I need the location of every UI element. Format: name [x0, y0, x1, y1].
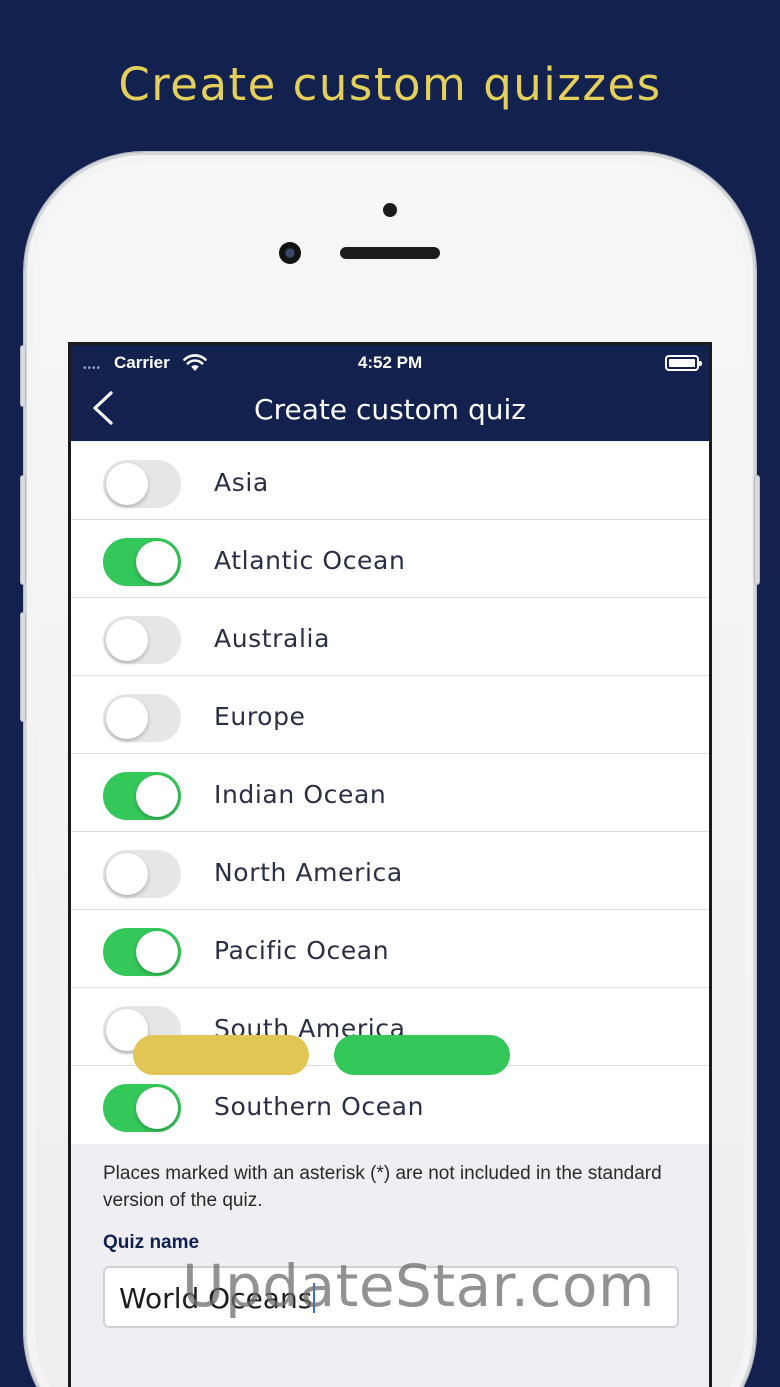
region-row: Australia	[71, 598, 709, 676]
status-bar: •••• Carrier 4:52 PM	[71, 345, 709, 381]
toggle-knob	[106, 463, 148, 505]
region-toggle[interactable]	[103, 538, 181, 586]
region-row: Indian Ocean	[71, 754, 709, 832]
region-toggle[interactable]	[103, 460, 181, 508]
toggle-knob	[136, 541, 178, 583]
promo-headline: Create custom quizzes	[118, 58, 662, 111]
region-toggle[interactable]	[103, 616, 181, 664]
phone-front-camera	[279, 242, 301, 264]
quiz-name-label: Quiz name	[103, 1232, 200, 1253]
region-label: Europe	[214, 702, 306, 731]
region-row: Asia	[71, 442, 709, 520]
phone-silent-switch	[20, 345, 26, 407]
phone-power-button	[754, 475, 760, 585]
region-toggle[interactable]	[103, 772, 181, 820]
region-label: Indian Ocean	[214, 780, 387, 809]
toggle-knob	[136, 1087, 178, 1129]
region-label: Southern Ocean	[214, 1092, 425, 1121]
region-label: Australia	[214, 624, 330, 653]
page-title: Create custom quiz	[254, 393, 526, 426]
region-row: Europe	[71, 676, 709, 754]
region-label: Pacific Ocean	[214, 936, 390, 965]
phone-volume-up-button	[20, 475, 26, 585]
phone-earpiece	[340, 247, 440, 259]
phone-proximity-sensor	[383, 203, 397, 217]
cancel-button[interactable]	[133, 1035, 309, 1075]
battery-icon	[665, 355, 702, 371]
save-button[interactable]	[334, 1035, 510, 1075]
toggle-knob	[136, 775, 178, 817]
region-label: Asia	[214, 468, 269, 497]
toggle-knob	[106, 619, 148, 661]
phone-screen: •••• Carrier 4:52 PM Create custom quiz …	[68, 342, 712, 1387]
region-toggle[interactable]	[103, 694, 181, 742]
region-toggle[interactable]	[103, 928, 181, 976]
region-row: North America	[71, 832, 709, 910]
region-label: North America	[214, 858, 403, 887]
toggle-knob	[106, 697, 148, 739]
region-row: Atlantic Ocean	[71, 520, 709, 598]
navigation-bar: •••• Carrier 4:52 PM Create custom quiz	[71, 345, 709, 441]
asterisk-footnote: Places marked with an asterisk (*) are n…	[103, 1163, 662, 1211]
toggle-knob	[106, 853, 148, 895]
region-toggle[interactable]	[103, 850, 181, 898]
region-toggle[interactable]	[103, 1084, 181, 1132]
region-label: Atlantic Ocean	[214, 546, 406, 575]
region-row: Pacific Ocean	[71, 910, 709, 988]
watermark: UpdateStar.com	[182, 1252, 655, 1320]
clock: 4:52 PM	[357, 353, 423, 372]
toggle-knob	[136, 931, 178, 973]
region-row: Southern Ocean	[71, 1066, 709, 1144]
phone-volume-down-button	[20, 612, 26, 722]
